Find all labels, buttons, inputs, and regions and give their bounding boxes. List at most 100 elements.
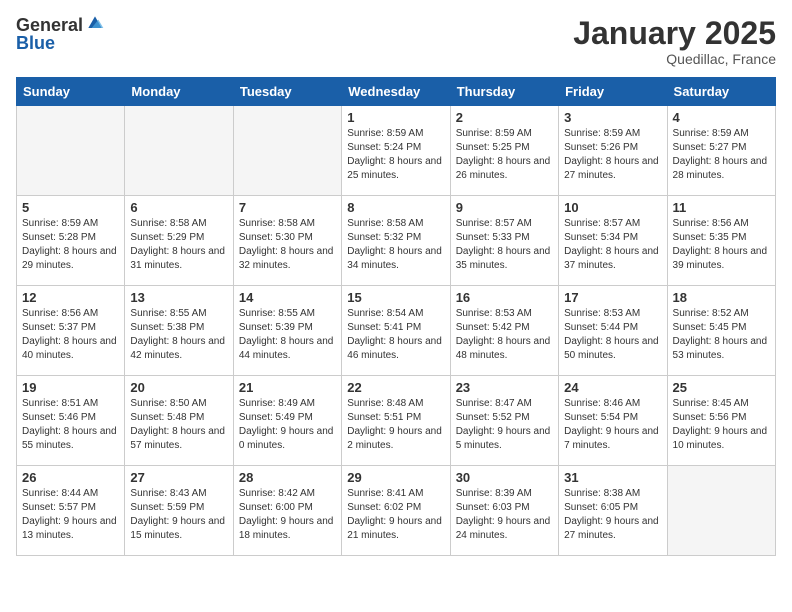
calendar-cell: 16 Sunrise: 8:53 AMSunset: 5:42 PMDaylig… <box>450 286 558 376</box>
calendar-cell: 14 Sunrise: 8:55 AMSunset: 5:39 PMDaylig… <box>233 286 341 376</box>
day-number: 15 <box>347 290 444 305</box>
calendar-cell: 4 Sunrise: 8:59 AMSunset: 5:27 PMDayligh… <box>667 106 775 196</box>
day-number: 13 <box>130 290 227 305</box>
calendar-cell: 5 Sunrise: 8:59 AMSunset: 5:28 PMDayligh… <box>17 196 125 286</box>
day-info: Sunrise: 8:43 AMSunset: 5:59 PMDaylight:… <box>130 487 227 543</box>
calendar-cell: 12 Sunrise: 8:56 AMSunset: 5:37 PMDaylig… <box>17 286 125 376</box>
calendar-cell: 11 Sunrise: 8:56 AMSunset: 5:35 PMDaylig… <box>667 196 775 286</box>
calendar-cell: 22 Sunrise: 8:48 AMSunset: 5:51 PMDaylig… <box>342 376 450 466</box>
day-number: 18 <box>673 290 770 305</box>
day-header-tuesday: Tuesday <box>233 78 341 106</box>
calendar-cell: 8 Sunrise: 8:58 AMSunset: 5:32 PMDayligh… <box>342 196 450 286</box>
day-number: 20 <box>130 380 227 395</box>
day-info: Sunrise: 8:44 AMSunset: 5:57 PMDaylight:… <box>22 487 119 543</box>
day-info: Sunrise: 8:52 AMSunset: 5:45 PMDaylight:… <box>673 307 770 363</box>
calendar-cell: 1 Sunrise: 8:59 AMSunset: 5:24 PMDayligh… <box>342 106 450 196</box>
day-info: Sunrise: 8:54 AMSunset: 5:41 PMDaylight:… <box>347 307 444 363</box>
day-info: Sunrise: 8:53 AMSunset: 5:42 PMDaylight:… <box>456 307 553 363</box>
calendar-cell: 3 Sunrise: 8:59 AMSunset: 5:26 PMDayligh… <box>559 106 667 196</box>
logo: General Blue <box>16 16 105 52</box>
calendar-cell: 26 Sunrise: 8:44 AMSunset: 5:57 PMDaylig… <box>17 466 125 556</box>
logo-text-general: General <box>16 16 83 34</box>
calendar-cell: 30 Sunrise: 8:39 AMSunset: 6:03 PMDaylig… <box>450 466 558 556</box>
day-info: Sunrise: 8:59 AMSunset: 5:24 PMDaylight:… <box>347 127 444 183</box>
day-header-sunday: Sunday <box>17 78 125 106</box>
day-info: Sunrise: 8:57 AMSunset: 5:34 PMDaylight:… <box>564 217 661 273</box>
calendar-cell: 6 Sunrise: 8:58 AMSunset: 5:29 PMDayligh… <box>125 196 233 286</box>
day-header-wednesday: Wednesday <box>342 78 450 106</box>
day-number: 28 <box>239 470 336 485</box>
day-info: Sunrise: 8:49 AMSunset: 5:49 PMDaylight:… <box>239 397 336 453</box>
calendar-cell: 31 Sunrise: 8:38 AMSunset: 6:05 PMDaylig… <box>559 466 667 556</box>
calendar-cell: 28 Sunrise: 8:42 AMSunset: 6:00 PMDaylig… <box>233 466 341 556</box>
day-info: Sunrise: 8:58 AMSunset: 5:30 PMDaylight:… <box>239 217 336 273</box>
day-number: 10 <box>564 200 661 215</box>
calendar-cell: 10 Sunrise: 8:57 AMSunset: 5:34 PMDaylig… <box>559 196 667 286</box>
day-number: 25 <box>673 380 770 395</box>
day-info: Sunrise: 8:57 AMSunset: 5:33 PMDaylight:… <box>456 217 553 273</box>
day-number: 24 <box>564 380 661 395</box>
calendar-cell <box>667 466 775 556</box>
day-header-friday: Friday <box>559 78 667 106</box>
day-info: Sunrise: 8:41 AMSunset: 6:02 PMDaylight:… <box>347 487 444 543</box>
day-info: Sunrise: 8:59 AMSunset: 5:28 PMDaylight:… <box>22 217 119 273</box>
calendar-cell: 29 Sunrise: 8:41 AMSunset: 6:02 PMDaylig… <box>342 466 450 556</box>
calendar-week-4: 19 Sunrise: 8:51 AMSunset: 5:46 PMDaylig… <box>17 376 776 466</box>
day-header-monday: Monday <box>125 78 233 106</box>
day-info: Sunrise: 8:39 AMSunset: 6:03 PMDaylight:… <box>456 487 553 543</box>
day-number: 19 <box>22 380 119 395</box>
day-info: Sunrise: 8:47 AMSunset: 5:52 PMDaylight:… <box>456 397 553 453</box>
calendar-cell <box>17 106 125 196</box>
day-number: 3 <box>564 110 661 125</box>
day-number: 31 <box>564 470 661 485</box>
calendar-cell: 21 Sunrise: 8:49 AMSunset: 5:49 PMDaylig… <box>233 376 341 466</box>
day-number: 8 <box>347 200 444 215</box>
calendar-cell: 9 Sunrise: 8:57 AMSunset: 5:33 PMDayligh… <box>450 196 558 286</box>
page-header: General Blue January 2025 Quedillac, Fra… <box>16 16 776 67</box>
day-number: 17 <box>564 290 661 305</box>
day-info: Sunrise: 8:55 AMSunset: 5:39 PMDaylight:… <box>239 307 336 363</box>
day-number: 26 <box>22 470 119 485</box>
day-info: Sunrise: 8:55 AMSunset: 5:38 PMDaylight:… <box>130 307 227 363</box>
day-info: Sunrise: 8:51 AMSunset: 5:46 PMDaylight:… <box>22 397 119 453</box>
day-number: 22 <box>347 380 444 395</box>
day-number: 16 <box>456 290 553 305</box>
day-number: 9 <box>456 200 553 215</box>
day-header-saturday: Saturday <box>667 78 775 106</box>
day-number: 27 <box>130 470 227 485</box>
day-info: Sunrise: 8:50 AMSunset: 5:48 PMDaylight:… <box>130 397 227 453</box>
day-number: 12 <box>22 290 119 305</box>
day-number: 2 <box>456 110 553 125</box>
calendar-title: January 2025 <box>573 16 776 51</box>
day-info: Sunrise: 8:58 AMSunset: 5:32 PMDaylight:… <box>347 217 444 273</box>
day-info: Sunrise: 8:58 AMSunset: 5:29 PMDaylight:… <box>130 217 227 273</box>
calendar-cell: 17 Sunrise: 8:53 AMSunset: 5:44 PMDaylig… <box>559 286 667 376</box>
day-number: 4 <box>673 110 770 125</box>
day-number: 30 <box>456 470 553 485</box>
calendar-week-5: 26 Sunrise: 8:44 AMSunset: 5:57 PMDaylig… <box>17 466 776 556</box>
day-info: Sunrise: 8:48 AMSunset: 5:51 PMDaylight:… <box>347 397 444 453</box>
day-info: Sunrise: 8:59 AMSunset: 5:27 PMDaylight:… <box>673 127 770 183</box>
day-info: Sunrise: 8:56 AMSunset: 5:37 PMDaylight:… <box>22 307 119 363</box>
calendar-cell: 25 Sunrise: 8:45 AMSunset: 5:56 PMDaylig… <box>667 376 775 466</box>
calendar-cell <box>125 106 233 196</box>
day-number: 6 <box>130 200 227 215</box>
calendar-week-2: 5 Sunrise: 8:59 AMSunset: 5:28 PMDayligh… <box>17 196 776 286</box>
day-number: 11 <box>673 200 770 215</box>
logo-text-blue: Blue <box>16 34 105 52</box>
logo-icon <box>85 13 105 33</box>
day-info: Sunrise: 8:42 AMSunset: 6:00 PMDaylight:… <box>239 487 336 543</box>
day-info: Sunrise: 8:59 AMSunset: 5:25 PMDaylight:… <box>456 127 553 183</box>
calendar-week-1: 1 Sunrise: 8:59 AMSunset: 5:24 PMDayligh… <box>17 106 776 196</box>
day-number: 23 <box>456 380 553 395</box>
calendar-header-row: SundayMondayTuesdayWednesdayThursdayFrid… <box>17 78 776 106</box>
calendar-cell: 15 Sunrise: 8:54 AMSunset: 5:41 PMDaylig… <box>342 286 450 376</box>
title-section: January 2025 Quedillac, France <box>573 16 776 67</box>
day-number: 5 <box>22 200 119 215</box>
day-info: Sunrise: 8:46 AMSunset: 5:54 PMDaylight:… <box>564 397 661 453</box>
calendar-cell: 18 Sunrise: 8:52 AMSunset: 5:45 PMDaylig… <box>667 286 775 376</box>
day-info: Sunrise: 8:56 AMSunset: 5:35 PMDaylight:… <box>673 217 770 273</box>
calendar-cell: 13 Sunrise: 8:55 AMSunset: 5:38 PMDaylig… <box>125 286 233 376</box>
calendar-cell <box>233 106 341 196</box>
calendar-cell: 20 Sunrise: 8:50 AMSunset: 5:48 PMDaylig… <box>125 376 233 466</box>
